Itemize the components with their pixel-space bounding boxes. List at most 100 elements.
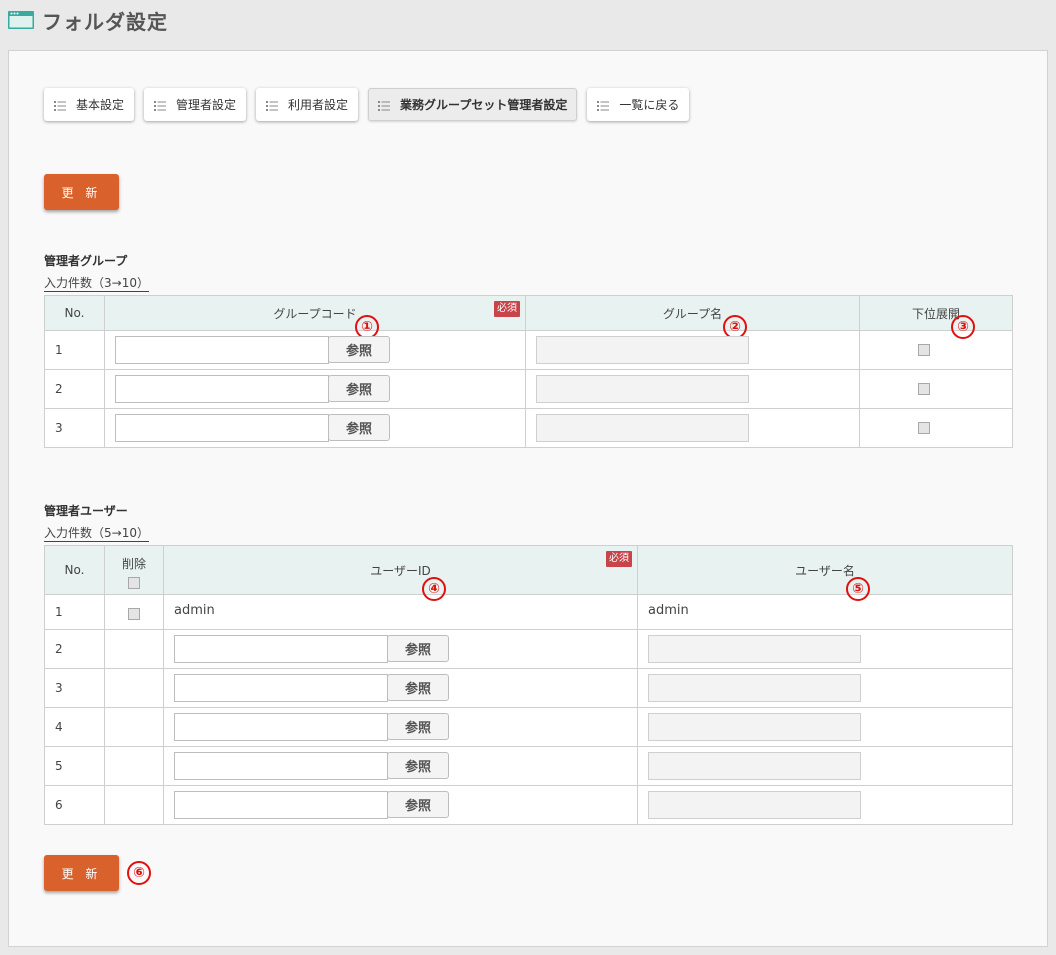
tab-admin-settings[interactable]: 管理者設定 (144, 88, 247, 121)
tab-basic-settings[interactable]: 基本設定 (44, 88, 135, 121)
tab-label: 管理者設定 (176, 98, 237, 112)
group-name-cell (525, 330, 860, 370)
user-id-input[interactable] (174, 791, 388, 819)
tab-back-to-list[interactable]: 一覧に戻る (587, 88, 690, 121)
page-header: フォルダ設定 (8, 5, 168, 35)
expand-checkbox[interactable] (918, 383, 930, 395)
marker-6: ⑥ (127, 861, 151, 885)
tab-label: 一覧に戻る (619, 98, 680, 112)
col-header-expand: 下位展開 ③ (859, 295, 1013, 339)
col-header-user-id: ユーザーID 必須 ④ (163, 545, 638, 601)
row-no: 4 (44, 707, 105, 747)
user-name-cell (637, 629, 1013, 669)
delete-cell (104, 668, 164, 708)
page-title: フォルダ設定 (42, 9, 168, 34)
row-no: 2 (44, 369, 105, 409)
delete-cell (104, 785, 164, 825)
user-table: No. 削除 ユーザーID 必須 ④ ユーザー名 ⑤ 1 admin admin… (44, 545, 1013, 825)
required-badge: 必須 (494, 301, 520, 317)
user-name-cell (637, 707, 1013, 747)
user-name-cell (637, 668, 1013, 708)
col-header-group-name: グループ名 ② (525, 295, 860, 339)
user-id-cell: 参照 (163, 707, 638, 747)
tab-business-group-admin[interactable]: 業務グループセット管理者設定 (368, 88, 578, 121)
reference-button[interactable]: 参照 (387, 674, 449, 701)
row-no: 3 (44, 408, 105, 448)
col-header-label: グループコード (273, 306, 357, 321)
col-header-label: ユーザーID (370, 563, 431, 578)
col-header-group-code: グループコード 必須 ① (104, 295, 526, 339)
row-no: 2 (44, 629, 105, 669)
reference-button[interactable]: 参照 (387, 791, 449, 818)
group-code-input[interactable] (115, 375, 329, 403)
tab-label: 業務グループセット管理者設定 (400, 98, 568, 112)
reference-button[interactable]: 参照 (387, 752, 449, 779)
delete-cell (104, 594, 164, 630)
table-row: 3 参照 (44, 408, 1013, 448)
reference-button[interactable]: 参照 (387, 635, 449, 662)
tab-label: 基本設定 (76, 98, 125, 112)
col-header-label: 削除 (121, 557, 146, 571)
expand-checkbox[interactable] (918, 344, 930, 356)
group-code-cell: 参照 (104, 330, 526, 370)
group-code-input[interactable] (115, 336, 329, 364)
delete-cell (104, 707, 164, 747)
delete-cell (104, 746, 164, 786)
user-name-cell: admin (637, 594, 1013, 630)
row-no: 1 (44, 594, 105, 630)
table-row: 1 参照 (44, 330, 1013, 370)
group-name-field (536, 336, 749, 364)
col-header-label: グループ名 (662, 306, 723, 321)
user-name-field (648, 674, 861, 702)
table-row: 4 参照 (44, 707, 1013, 747)
group-code-input[interactable] (115, 414, 329, 442)
user-id-input[interactable] (174, 674, 388, 702)
reference-button[interactable]: 参照 (387, 713, 449, 740)
update-button-top[interactable]: 更 新 (44, 174, 119, 210)
user-section-title: 管理者ユーザー (44, 504, 128, 518)
col-header-no: No. (44, 295, 105, 331)
group-name-field (536, 375, 749, 403)
table-row: 5 参照 (44, 746, 1013, 786)
group-count-link[interactable]: 入力件数（3→10） (44, 276, 149, 292)
row-no: 3 (44, 668, 105, 708)
reference-button[interactable]: 参照 (328, 414, 390, 441)
table-row: 2 参照 (44, 369, 1013, 409)
tab-user-settings[interactable]: 利用者設定 (256, 88, 359, 121)
col-header-label: ユーザー名 (795, 563, 855, 578)
group-section-title: 管理者グループ (44, 254, 128, 268)
list-icon (266, 100, 279, 111)
user-id-input[interactable] (174, 635, 388, 663)
update-button-bottom[interactable]: 更 新 (44, 855, 119, 891)
expand-cell (859, 330, 1013, 370)
user-id-cell: 参照 (163, 668, 638, 708)
tab-bar: 基本設定 管理者設定 利用者設定 業務グループセット管理者設定 一覧に戻る (44, 88, 699, 121)
group-name-cell (525, 369, 860, 409)
reference-button[interactable]: 参照 (328, 375, 390, 402)
list-icon (597, 100, 610, 111)
user-id-input[interactable] (174, 752, 388, 780)
user-count-link[interactable]: 入力件数（5→10） (44, 526, 149, 542)
user-name-field (648, 791, 861, 819)
user-id-cell: 参照 (163, 785, 638, 825)
delete-all-checkbox[interactable] (128, 577, 140, 589)
delete-checkbox[interactable] (128, 608, 140, 620)
delete-cell (104, 629, 164, 669)
group-code-cell: 参照 (104, 408, 526, 448)
main-panel: 基本設定 管理者設定 利用者設定 業務グループセット管理者設定 一覧に戻る 更 … (8, 50, 1048, 947)
table-row: 3 参照 (44, 668, 1013, 708)
table-row: 6 参照 (44, 785, 1013, 825)
table-row: 2 参照 (44, 629, 1013, 669)
user-name-cell (637, 746, 1013, 786)
user-id-input[interactable] (174, 713, 388, 741)
col-header-no: No. (44, 545, 105, 595)
expand-cell (859, 408, 1013, 448)
expand-checkbox[interactable] (918, 422, 930, 434)
table-header-row: No. グループコード 必須 ① グループ名 ② 下位展開 ③ (44, 295, 1013, 339)
list-icon (54, 100, 66, 111)
reference-button[interactable]: 参照 (328, 336, 390, 363)
user-id-cell: 参照 (163, 746, 638, 786)
table-row: 1 admin admin (44, 594, 1013, 630)
group-name-cell (525, 408, 860, 448)
col-header-user-name: ユーザー名 ⑤ (637, 545, 1013, 601)
